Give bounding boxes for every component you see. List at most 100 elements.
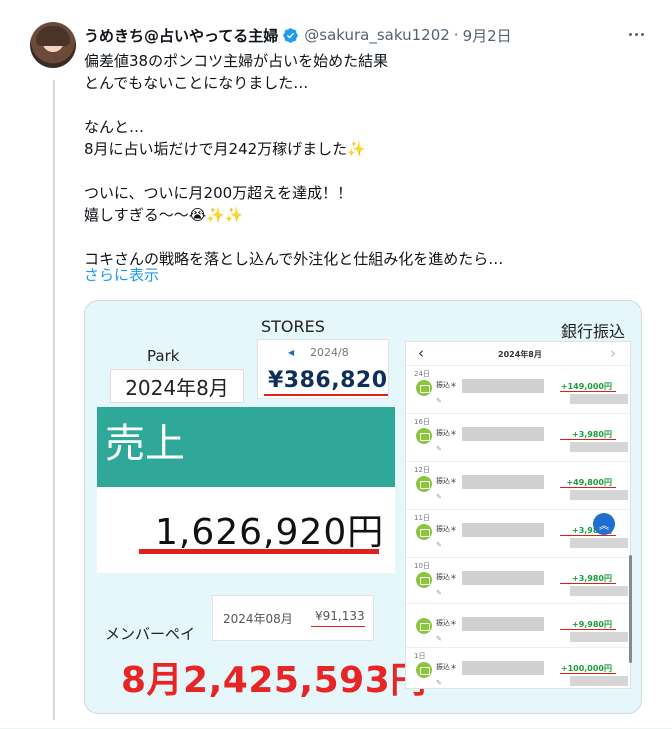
tweet-line [84,94,644,116]
red-underline [560,583,616,584]
thread-line [53,80,55,720]
tweet-line [84,226,644,248]
verified-badge-icon [283,27,299,43]
redacted-block [570,676,628,686]
stores-revenue-box: ◀ 2024/8 ¥386,820 [257,339,389,399]
transaction-row: 1日 振込＊ ✎ +100,000円 [406,648,630,688]
chevron-left-icon: ‹ [418,344,424,362]
redacted-block [462,427,544,441]
transaction-name: 振込＊ [436,525,457,533]
transfer-icon [416,662,432,678]
tweet-line: ついに、ついに月200万超えを達成！！ [84,184,353,202]
bank-list-header: ‹ 2024年8月 › [406,342,630,366]
memberpay-month: 2024年08月 [223,612,293,626]
transaction-day: 1日 [414,652,426,660]
scroll-to-top-icon: ︽ [593,513,615,535]
red-underline [560,673,616,674]
user-handle[interactable]: @sakura_saku1202 [304,26,450,44]
transaction-name: 振込＊ [436,663,457,671]
redacted-block [570,538,628,548]
redacted-block [570,394,628,404]
transaction-day: 12日 [414,466,430,474]
tweet-line: とんでもないことになりました… [84,74,309,92]
pencil-icon: ✎ [436,589,442,597]
redacted-block [462,475,544,489]
tweet-line: 8月に占い垢だけで月242万稼げました✨ [84,140,366,158]
redacted-block [570,632,628,642]
transaction-row: 12日 振込＊ ✎ +49,800円 [406,462,630,510]
tweet-text: 偏差値38のポンコツ主婦が占いを始めた結果 とんでもないことになりました… なん… [84,50,644,270]
separator-dot: · [453,26,459,44]
redacted-block [570,586,628,596]
redacted-block [462,617,544,631]
transaction-name: 振込＊ [436,573,457,581]
memberpay-amount: ¥91,133 [315,609,365,623]
transaction-name: 振込＊ [436,429,457,437]
transaction-day: 11日 [414,514,430,522]
tweet-header: うめきち@占いやってる主婦 @sakura_saku1202 · 9月2日 [84,24,644,46]
tweet-line: 嬉しすぎる〜〜😭✨✨ [84,206,244,224]
transaction-row: 10日 振込＊ ✎ +3,980円 [406,558,630,604]
tweet-line: なんと… [84,118,145,136]
redacted-block [462,661,544,675]
transfer-icon [416,476,432,492]
transaction-row: 振込＊ ✎ +9,980円 [406,604,630,648]
tweet-date[interactable]: 9月2日 [463,25,512,46]
transfer-icon [416,524,432,540]
red-underline [139,549,379,554]
transaction-name: 振込＊ [436,619,457,627]
redacted-block [570,490,628,500]
grand-total: 8月2,425,593円 [121,660,427,701]
sales-band: 売上 [97,407,395,487]
transfer-icon [416,428,432,444]
red-underline [264,394,388,396]
transaction-name: 振込＊ [436,381,457,389]
redacted-block [462,379,544,393]
pencil-icon: ✎ [436,493,442,501]
red-underline [560,487,616,488]
pencil-icon: ✎ [436,445,442,453]
avatar[interactable] [30,22,76,68]
transaction-day: 10日 [414,562,430,570]
tweet: うめきち@占いやってる主婦 @sakura_saku1202 · 9月2日 偏差… [0,0,672,729]
stores-amount: ¥386,820 [268,368,388,393]
redacted-block [462,571,544,585]
pencil-icon: ✎ [436,397,442,405]
tweet-line: 偏差値38のポンコツ主婦が占いを始めた結果 [84,52,389,70]
tweet-line: コキさんの戦略を落とし込んで外注化と仕組み化を進めたら… [84,250,504,268]
display-name[interactable]: うめきち@占いやってる主婦 [84,25,278,46]
red-underline [560,629,616,630]
scrollbar [629,555,632,663]
more-options-icon[interactable] [624,24,648,44]
show-more-link[interactable]: さらに表示 [84,264,159,285]
transaction-name: 振込＊ [436,477,457,485]
month-box: 2024年8月 [110,369,244,403]
transaction-row: 24日 振込＊ ✎ +149,000円 [406,366,630,414]
tweet-line [84,160,644,182]
pencil-icon: ✎ [436,541,442,549]
tweet-media-image[interactable]: STORES Park 2024年8月 ◀ 2024/8 ¥386,820 売上… [84,300,642,714]
stores-month: 2024/8 [310,346,349,359]
sales-label: 売上 [105,421,185,467]
stores-label: STORES [261,317,325,336]
transaction-row: 16日 振込＊ ✎ +3,980円 [406,414,630,462]
transaction-day: 16日 [414,418,430,426]
red-underline [311,626,365,627]
redacted-block [462,523,544,537]
chevron-right-icon: › [610,344,616,362]
pencil-icon: ✎ [436,679,442,687]
bank-transfer-title: 銀行振込 [561,322,626,341]
redacted-block [570,442,628,452]
memberpay-box: 2024年08月 ¥91,133 [212,595,374,641]
bank-month: 2024年8月 [498,350,542,359]
transfer-icon [416,380,432,396]
transfer-icon [416,618,432,634]
sales-total: 1,626,920円 [155,512,385,553]
red-underline [560,391,616,392]
red-underline [560,535,616,536]
park-label: Park [147,347,180,365]
pencil-icon: ✎ [436,635,442,643]
triangle-left-icon: ◀ [288,348,295,357]
memberpay-label: メンバーペイ [105,625,196,643]
transaction-day: 24日 [414,370,430,378]
